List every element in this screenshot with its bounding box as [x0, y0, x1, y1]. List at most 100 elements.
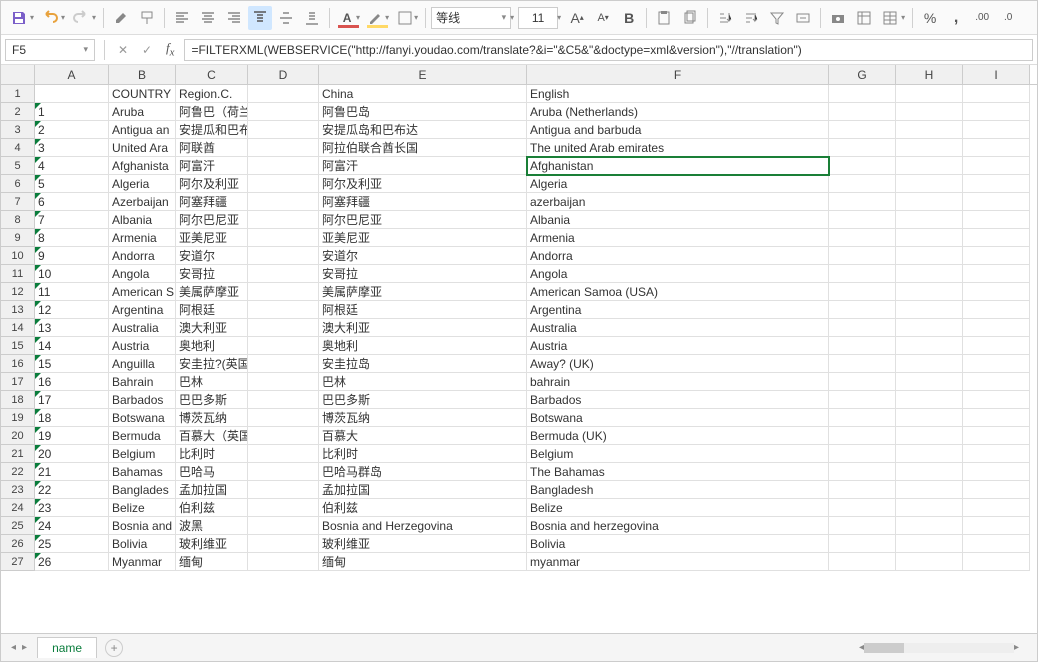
cell[interactable] — [963, 301, 1030, 319]
cell[interactable]: 澳大利亚 — [319, 319, 527, 337]
cell[interactable]: 巴巴多斯 — [319, 391, 527, 409]
cell[interactable]: 9 — [35, 247, 109, 265]
cell[interactable] — [896, 229, 963, 247]
cell[interactable]: Barbados — [109, 391, 176, 409]
cell[interactable]: 2 — [35, 121, 109, 139]
cell[interactable]: 巴哈马 — [176, 463, 248, 481]
cell[interactable]: Afghanistan — [527, 157, 829, 175]
cell[interactable] — [963, 319, 1030, 337]
cell[interactable] — [963, 121, 1030, 139]
cell[interactable]: 安提瓜岛和巴布达 — [319, 121, 527, 139]
increase-font-icon[interactable]: A▴ — [565, 6, 589, 30]
row-header[interactable]: 4 — [1, 139, 35, 157]
row-header[interactable]: 18 — [1, 391, 35, 409]
select-all-corner[interactable] — [1, 65, 35, 84]
cell[interactable]: Angola — [109, 265, 176, 283]
dropdown-arrow-icon[interactable]: ▾ — [30, 13, 34, 22]
cell[interactable]: COUNTRY — [109, 85, 176, 103]
cell[interactable]: 孟加拉国 — [176, 481, 248, 499]
column-header[interactable]: E — [319, 65, 527, 84]
cell[interactable]: 百慕大 — [319, 427, 527, 445]
cell[interactable]: 安提瓜和巴布达 — [176, 121, 248, 139]
comma-icon[interactable]: , — [944, 6, 968, 30]
cell[interactable] — [248, 229, 319, 247]
cell[interactable]: 亚美尼亚 — [319, 229, 527, 247]
dropdown-arrow-icon[interactable]: ▾ — [510, 13, 514, 22]
increase-decimal-icon[interactable]: .00 — [970, 6, 994, 30]
cell[interactable] — [896, 535, 963, 553]
cell[interactable] — [35, 85, 109, 103]
cell[interactable] — [963, 103, 1030, 121]
cell[interactable] — [248, 481, 319, 499]
align-bottom-icon[interactable] — [300, 6, 324, 30]
cell[interactable]: Bosnia and herzegovina — [527, 517, 829, 535]
row-header[interactable]: 19 — [1, 409, 35, 427]
cell[interactable]: Algeria — [527, 175, 829, 193]
cell[interactable]: 阿尔及利亚 — [319, 175, 527, 193]
cell[interactable]: Bahrain — [109, 373, 176, 391]
cell[interactable]: Aruba (Netherlands) — [527, 103, 829, 121]
cell[interactable] — [829, 139, 896, 157]
cell[interactable] — [963, 337, 1030, 355]
cell[interactable]: 12 — [35, 301, 109, 319]
cell[interactable]: 安哥拉 — [176, 265, 248, 283]
row-header[interactable]: 2 — [1, 103, 35, 121]
confirm-icon[interactable]: ✓ — [138, 41, 156, 59]
undo-icon[interactable] — [38, 6, 62, 30]
cell[interactable] — [963, 283, 1030, 301]
column-header[interactable]: D — [248, 65, 319, 84]
cell[interactable] — [248, 121, 319, 139]
row-header[interactable]: 24 — [1, 499, 35, 517]
cell[interactable]: 24 — [35, 517, 109, 535]
cell[interactable]: Andorra — [527, 247, 829, 265]
cell[interactable]: Bangladesh — [527, 481, 829, 499]
row-header[interactable]: 6 — [1, 175, 35, 193]
align-center-icon[interactable] — [196, 6, 220, 30]
cell[interactable] — [829, 211, 896, 229]
cell[interactable] — [896, 139, 963, 157]
column-header[interactable]: H — [896, 65, 963, 84]
row-header[interactable]: 16 — [1, 355, 35, 373]
cell[interactable]: 阿根廷 — [176, 301, 248, 319]
sheet-tab-name[interactable]: name — [37, 637, 97, 658]
merge-cells-icon[interactable] — [791, 6, 815, 30]
cell[interactable]: 阿尔巴尼亚 — [176, 211, 248, 229]
column-header[interactable]: I — [963, 65, 1030, 84]
cell[interactable] — [896, 481, 963, 499]
cell[interactable] — [829, 391, 896, 409]
cell[interactable]: 阿塞拜疆 — [319, 193, 527, 211]
cell[interactable]: 阿富汗 — [319, 157, 527, 175]
formula-input[interactable]: =FILTERXML(WEBSERVICE("http://fanyi.youd… — [184, 39, 1033, 61]
row-header[interactable]: 7 — [1, 193, 35, 211]
cell[interactable]: 博茨瓦纳 — [319, 409, 527, 427]
cell[interactable] — [248, 319, 319, 337]
cell[interactable]: Azerbaijan — [109, 193, 176, 211]
cell[interactable] — [248, 103, 319, 121]
cell[interactable] — [248, 265, 319, 283]
row-header[interactable]: 3 — [1, 121, 35, 139]
cell[interactable]: 18 — [35, 409, 109, 427]
cell[interactable]: 百慕大（英国） — [176, 427, 248, 445]
cell[interactable]: 20 — [35, 445, 109, 463]
cell[interactable] — [896, 409, 963, 427]
cell[interactable]: Belize — [109, 499, 176, 517]
cell[interactable] — [248, 139, 319, 157]
cell[interactable]: 奥地利 — [176, 337, 248, 355]
row-header[interactable]: 8 — [1, 211, 35, 229]
cell[interactable]: Austria — [527, 337, 829, 355]
cell[interactable]: The Bahamas — [527, 463, 829, 481]
cell[interactable]: Austria — [109, 337, 176, 355]
cell[interactable] — [248, 499, 319, 517]
cell[interactable] — [248, 535, 319, 553]
cell[interactable]: Albania — [527, 211, 829, 229]
column-header[interactable]: F — [527, 65, 829, 84]
cell[interactable]: Myanmar — [109, 553, 176, 571]
cell[interactable]: Afghanista — [109, 157, 176, 175]
cell[interactable]: 奥地利 — [319, 337, 527, 355]
cell[interactable] — [829, 427, 896, 445]
format-painter-icon[interactable] — [135, 6, 159, 30]
align-middle-icon[interactable] — [274, 6, 298, 30]
cell[interactable]: 安道尔 — [319, 247, 527, 265]
column-header[interactable]: A — [35, 65, 109, 84]
paste-icon[interactable] — [652, 6, 676, 30]
